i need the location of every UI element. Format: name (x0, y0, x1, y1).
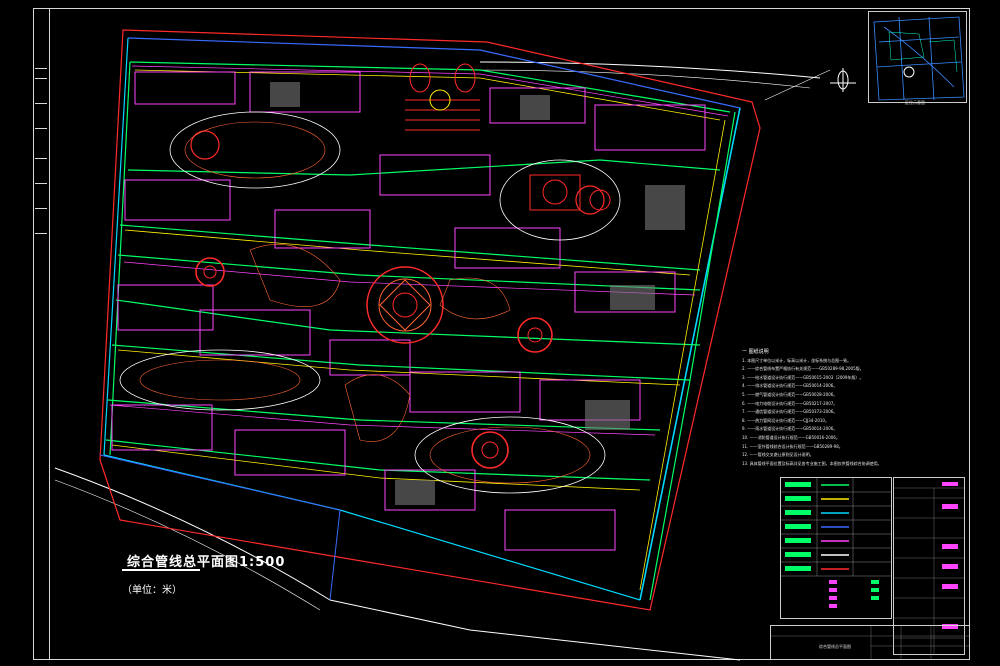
note-line: 8. ——热力管网设计执行规范——CJJ34-2010。 (742, 417, 829, 423)
note-line: 6. ——电力电缆设计执行规范——GB50217-2007。 (742, 400, 838, 406)
notes-heading: 一 图纸说明 (742, 349, 769, 355)
note-line: 11. ——室外管线综合设计执行规范——GB50289-98。 (742, 443, 843, 449)
note-line: 1. 本图尺寸单位以米计，标高以米计，坐标系统与总图一致。 (742, 357, 852, 363)
location-inset-map (868, 11, 967, 103)
title-underline (122, 569, 200, 571)
note-line: 7. ——通信管道设计执行规范——GB50373-2006。 (742, 409, 838, 415)
central-plaza (366, 266, 444, 344)
cad-drawing-sheet: 区位示意图 综合管线总平面图1:500 （单位：米） 一 图纸说明 1. 本图尺… (0, 0, 1000, 666)
unit-note: （单位：米） (122, 585, 182, 596)
north-arrow (830, 68, 856, 92)
note-line: 4. ——排水管道设计执行规范——GB50014-2006。 (742, 383, 838, 389)
note-line: 2. ——综合管线布置严格执行有关规范——GB50289-98,2005版。 (742, 366, 864, 372)
site-boundary (99, 29, 761, 611)
drawing-title: 综合管线总平面图1:500 (127, 555, 286, 570)
note-line: 9. ——雨水管道设计执行规范——GB50014-2006。 (742, 426, 838, 432)
note-line: 5. ——燃气管道设计执行规范——GB50028-2006。 (742, 391, 838, 397)
inset-caption: 区位示意图 (905, 100, 925, 105)
design-notes: 一 图纸说明 1. 本图尺寸单位以米计，标高以米计，坐标系统与总图一致。 2. … (742, 348, 972, 468)
note-line: 10. ——消防管道设计执行规范——GB50016-2006。 (742, 434, 840, 440)
note-line: 13. 具体管线平面位置及标高详见各专业施工图，本图仅供管线综合协调使用。 (742, 460, 882, 466)
title-block: 综合管线总平面图 (770, 625, 970, 660)
pipeline-legend-table (780, 477, 892, 619)
note-line: 12. ——管线交叉避让原则见设计说明。 (742, 452, 814, 458)
titleblock-label: 综合管线总平面图 (819, 644, 851, 649)
note-line: 3. ——给水管道设计执行规范——GB50015-2003（2009年版）。 (742, 374, 864, 380)
